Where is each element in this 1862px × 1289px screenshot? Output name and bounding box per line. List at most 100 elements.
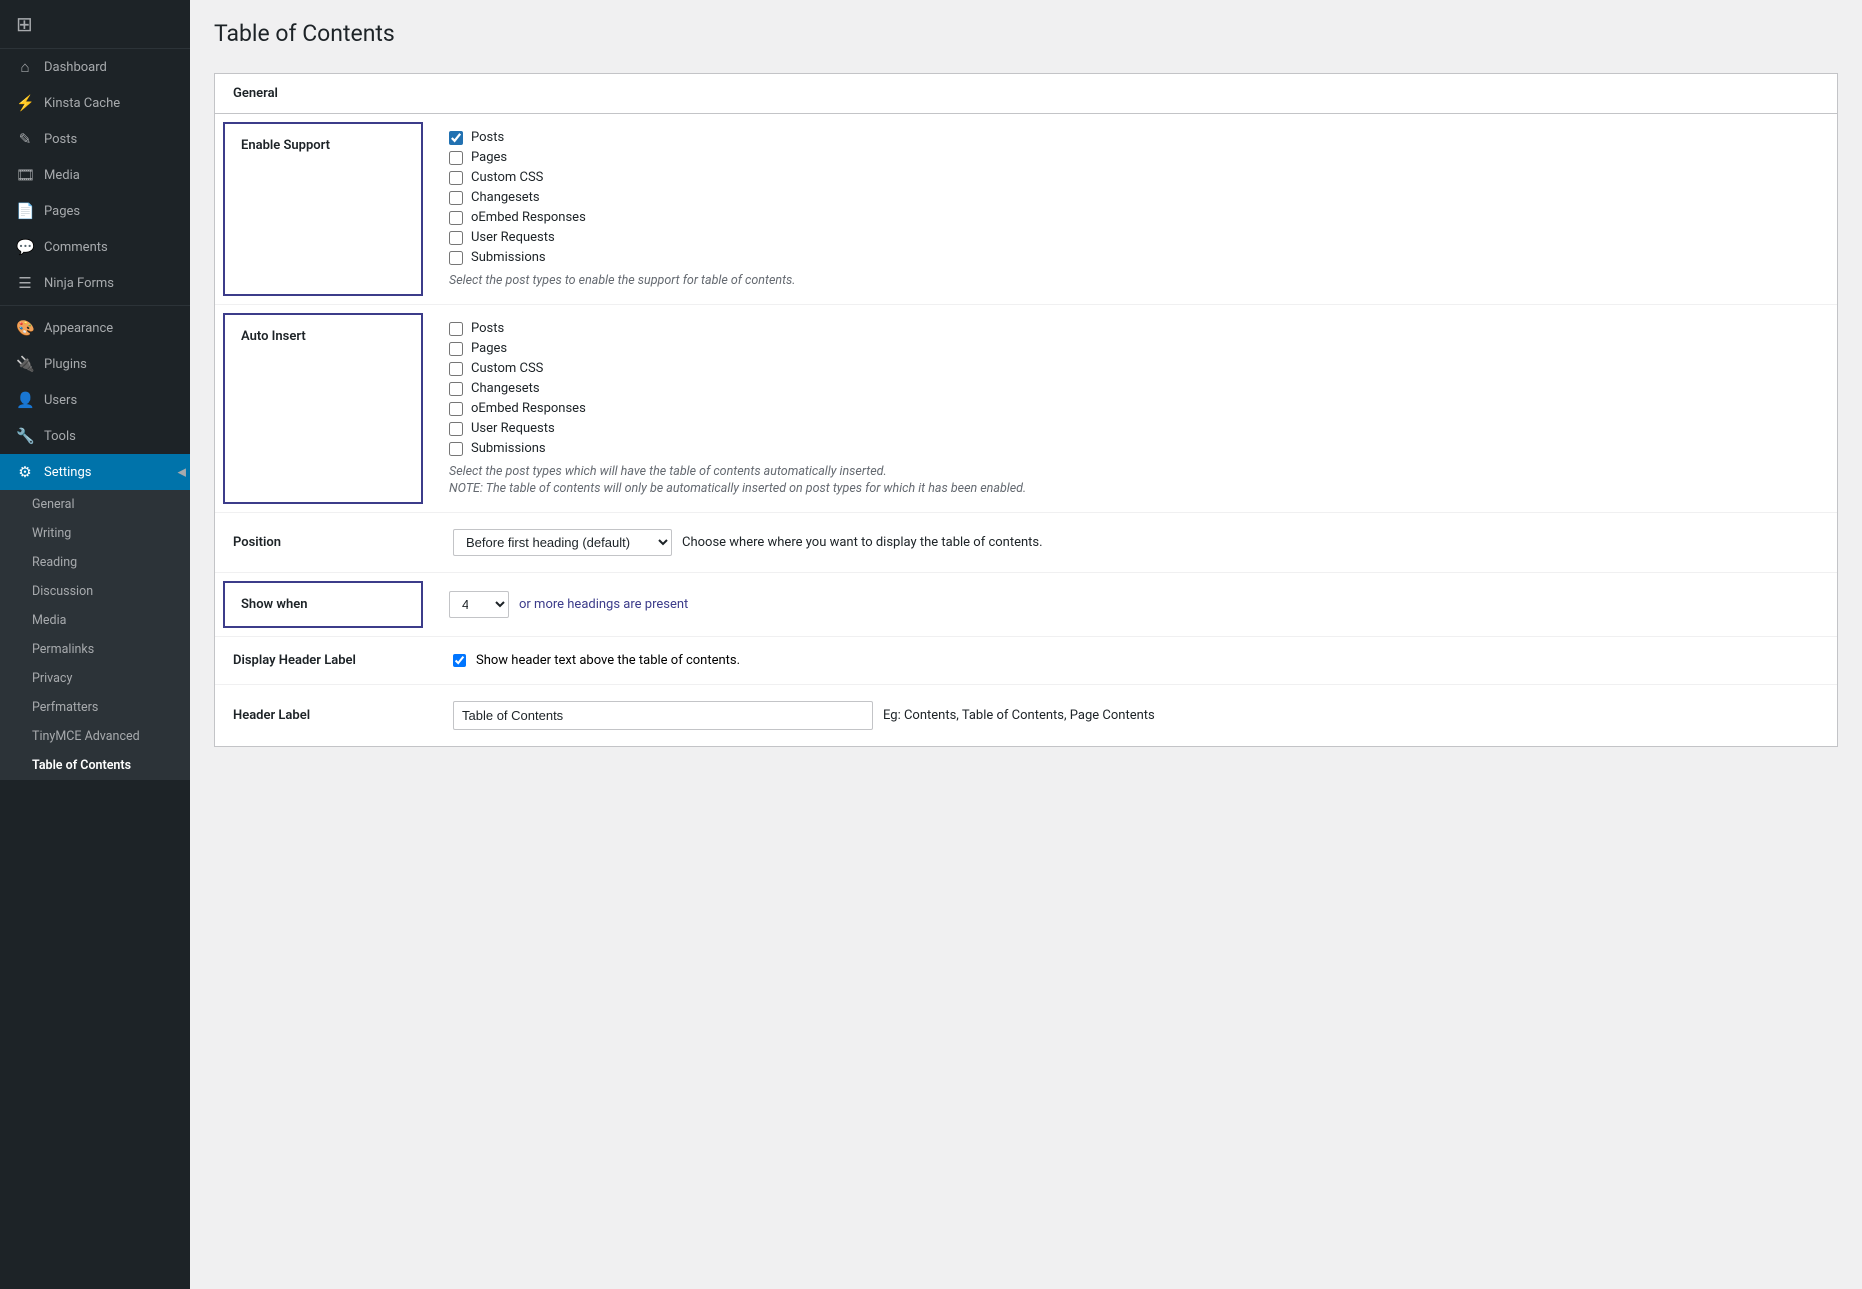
- position-label: Position: [215, 519, 435, 566]
- display-header-label-checkbox[interactable]: [453, 654, 466, 667]
- submenu-item-reading[interactable]: Reading: [0, 548, 190, 577]
- section-general-header: General: [215, 74, 1837, 114]
- comments-icon: 💬: [16, 238, 34, 256]
- submenu-item-table-of-contents[interactable]: Table of Contents: [0, 751, 190, 780]
- checkbox-customcss-enable-label[interactable]: Custom CSS: [471, 170, 543, 185]
- sidebar-item-label: Dashboard: [44, 60, 107, 75]
- checkbox-changesets-enable-input[interactable]: [449, 191, 463, 205]
- sidebar-item-appearance[interactable]: 🎨 Appearance: [0, 310, 190, 346]
- checkbox-submissions-auto: Submissions: [449, 441, 1819, 456]
- checkbox-changesets-auto-input[interactable]: [449, 382, 463, 396]
- checkbox-userrequests-enable-label[interactable]: User Requests: [471, 230, 555, 245]
- enable-support-row: Enable Support Posts Pages Custom CSS Ch…: [215, 114, 1837, 305]
- display-header-label-value: Show header text above the table of cont…: [435, 637, 1837, 684]
- checkbox-oembed-enable-label[interactable]: oEmbed Responses: [471, 210, 586, 225]
- checkbox-submissions-auto-input[interactable]: [449, 442, 463, 456]
- sidebar-item-label: Ninja Forms: [44, 276, 114, 291]
- checkbox-posts-enable-input[interactable]: [449, 131, 463, 145]
- sidebar-item-label: Comments: [44, 240, 108, 255]
- checkbox-userrequests-enable-input[interactable]: [449, 231, 463, 245]
- checkbox-submissions-enable-label[interactable]: Submissions: [471, 250, 546, 265]
- sidebar-item-kinsta-cache[interactable]: ⚡ Kinsta Cache: [0, 85, 190, 121]
- appearance-icon: 🎨: [16, 319, 34, 337]
- position-help-text: Choose where where you want to display t…: [682, 535, 1043, 550]
- checkbox-userrequests-auto: User Requests: [449, 421, 1819, 436]
- checkbox-posts-auto-label[interactable]: Posts: [471, 321, 504, 336]
- settings-icon: ⚙: [16, 463, 34, 481]
- submenu-item-perfmatters[interactable]: Perfmatters: [0, 693, 190, 722]
- sidebar-logo: ⊞: [0, 0, 190, 49]
- header-label-input[interactable]: [453, 701, 873, 730]
- show-when-select[interactable]: 1 2 3 4 5 6 7 8 9 10: [449, 591, 509, 618]
- sidebar-item-users[interactable]: 👤 Users: [0, 382, 190, 418]
- checkbox-oembed-auto-label[interactable]: oEmbed Responses: [471, 401, 586, 416]
- checkbox-customcss-enable: Custom CSS: [449, 170, 1819, 185]
- position-select[interactable]: Before first heading (default) After fir…: [453, 529, 672, 556]
- checkbox-changesets-enable-label[interactable]: Changesets: [471, 190, 540, 205]
- sidebar-item-settings[interactable]: ⚙ Settings ◀: [0, 454, 190, 490]
- sidebar-item-label: Appearance: [44, 321, 113, 336]
- submenu-item-tinymce[interactable]: TinyMCE Advanced: [0, 722, 190, 751]
- plugins-icon: 🔌: [16, 355, 34, 373]
- checkbox-pages-auto-label[interactable]: Pages: [471, 341, 507, 356]
- position-value: Before first heading (default) After fir…: [435, 513, 1837, 572]
- checkbox-submissions-auto-label[interactable]: Submissions: [471, 441, 546, 456]
- sidebar-item-media[interactable]: 🎞 Media: [0, 157, 190, 193]
- show-when-row: Show when 1 2 3 4 5 6 7 8 9 10 or more h…: [215, 573, 1837, 637]
- display-header-label-help[interactable]: Show header text above the table of cont…: [476, 653, 740, 668]
- checkbox-oembed-auto: oEmbed Responses: [449, 401, 1819, 416]
- checkbox-pages-enable-input[interactable]: [449, 151, 463, 165]
- checkbox-changesets-auto-label[interactable]: Changesets: [471, 381, 540, 396]
- sidebar-item-ninja-forms[interactable]: ☰ Ninja Forms: [0, 265, 190, 301]
- page-header: Table of Contents: [190, 0, 1862, 73]
- page-title: Table of Contents: [214, 20, 1838, 47]
- sidebar-item-comments[interactable]: 💬 Comments: [0, 229, 190, 265]
- submenu-item-privacy[interactable]: Privacy: [0, 664, 190, 693]
- checkbox-posts-enable-label[interactable]: Posts: [471, 130, 504, 145]
- submenu-item-general[interactable]: General: [0, 490, 190, 519]
- sidebar: ⊞ ⌂ Dashboard ⚡ Kinsta Cache ✎ Posts 🎞 M…: [0, 0, 190, 1289]
- submenu-item-media[interactable]: Media: [0, 606, 190, 635]
- checkbox-oembed-enable-input[interactable]: [449, 211, 463, 225]
- sidebar-item-pages[interactable]: 📄 Pages: [0, 193, 190, 229]
- submenu-item-discussion[interactable]: Discussion: [0, 577, 190, 606]
- checkbox-userrequests-auto-input[interactable]: [449, 422, 463, 436]
- settings-card: General Enable Support Posts Pages Custo…: [214, 73, 1838, 747]
- show-when-label: Show when: [223, 581, 423, 628]
- auto-insert-help2: NOTE: The table of contents will only be…: [449, 481, 1819, 496]
- checkbox-customcss-auto-input[interactable]: [449, 362, 463, 376]
- posts-icon: ✎: [16, 130, 34, 148]
- submenu-item-writing[interactable]: Writing: [0, 519, 190, 548]
- auto-insert-label: Auto Insert: [223, 313, 423, 504]
- sidebar-item-plugins[interactable]: 🔌 Plugins: [0, 346, 190, 382]
- checkbox-submissions-enable-input[interactable]: [449, 251, 463, 265]
- position-row: Position Before first heading (default) …: [215, 513, 1837, 573]
- sidebar-item-dashboard[interactable]: ⌂ Dashboard: [0, 49, 190, 85]
- auto-insert-value: Posts Pages Custom CSS Changesets oEmbed…: [431, 305, 1837, 512]
- checkbox-posts-auto-input[interactable]: [449, 322, 463, 336]
- checkbox-oembed-auto-input[interactable]: [449, 402, 463, 416]
- header-label-row: Header Label Eg: Contents, Table of Cont…: [215, 685, 1837, 746]
- submenu-item-permalinks[interactable]: Permalinks: [0, 635, 190, 664]
- show-when-suffix: or more headings are present: [519, 597, 688, 612]
- header-label-label: Header Label: [215, 692, 435, 739]
- checkbox-userrequests-auto-label[interactable]: User Requests: [471, 421, 555, 436]
- pages-icon: 📄: [16, 202, 34, 220]
- auto-insert-row: Auto Insert Posts Pages Custom CSS Chang…: [215, 305, 1837, 513]
- checkbox-posts-auto: Posts: [449, 321, 1819, 336]
- checkbox-oembed-enable: oEmbed Responses: [449, 210, 1819, 225]
- checkbox-changesets-enable: Changesets: [449, 190, 1819, 205]
- sidebar-item-label: Pages: [44, 204, 80, 219]
- checkbox-posts-enable: Posts: [449, 130, 1819, 145]
- sidebar-item-tools[interactable]: 🔧 Tools: [0, 418, 190, 454]
- checkbox-customcss-enable-input[interactable]: [449, 171, 463, 185]
- users-icon: 👤: [16, 391, 34, 409]
- checkbox-pages-enable-label[interactable]: Pages: [471, 150, 507, 165]
- checkbox-customcss-auto-label[interactable]: Custom CSS: [471, 361, 543, 376]
- enable-support-label: Enable Support: [223, 122, 423, 296]
- checkbox-userrequests-enable: User Requests: [449, 230, 1819, 245]
- checkbox-pages-auto: Pages: [449, 341, 1819, 356]
- checkbox-pages-auto-input[interactable]: [449, 342, 463, 356]
- sidebar-item-posts[interactable]: ✎ Posts: [0, 121, 190, 157]
- sidebar-item-label: Tools: [44, 429, 76, 444]
